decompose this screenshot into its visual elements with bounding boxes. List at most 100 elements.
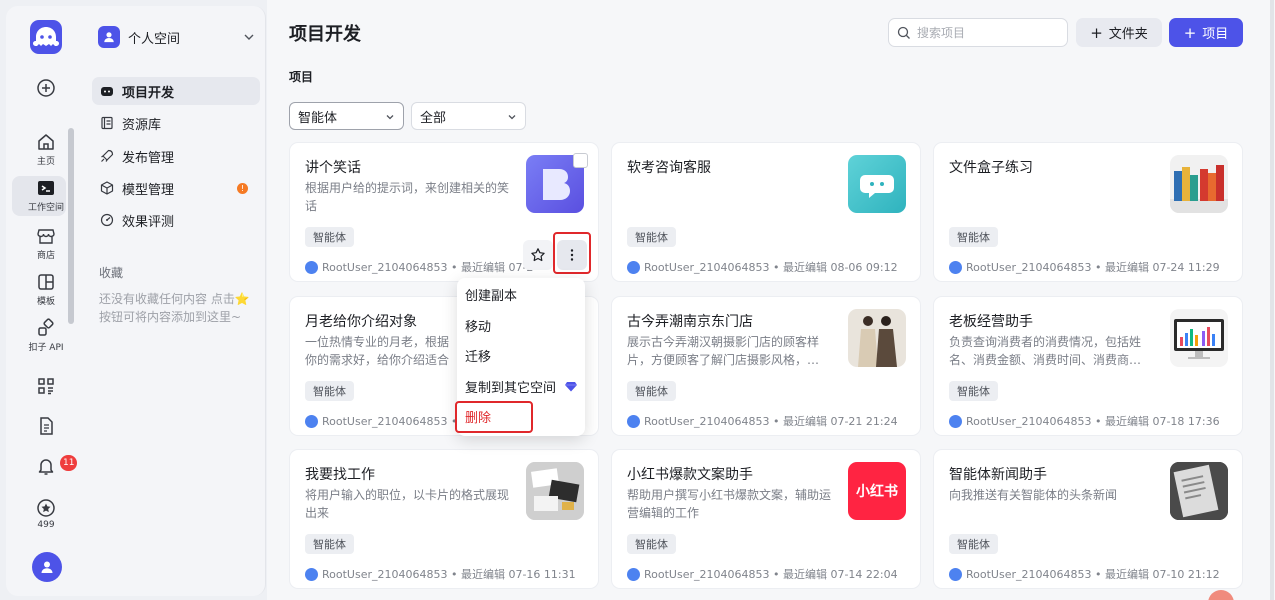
card-description bbox=[627, 179, 839, 215]
menu-item-label: 复制到其它空间 bbox=[465, 380, 557, 396]
hanfu-photo-image-icon bbox=[858, 316, 897, 367]
highlight-more-button bbox=[553, 232, 591, 274]
rail-points-button[interactable]: 499 bbox=[6, 498, 86, 530]
nav-item-publish[interactable]: 发布管理 bbox=[92, 142, 260, 170]
bot-icon bbox=[101, 87, 113, 96]
plus-icon: + bbox=[1090, 23, 1103, 42]
apps-grid-icon bbox=[38, 378, 54, 395]
project-card[interactable]: 我要找工作 将用户输入的职位，以卡片的格式展现出来 智能体 RootUser_2… bbox=[289, 449, 599, 589]
workspace-sidebar: 个人空间 项目开发 资源库 发布管理 模型管理 ! 效果评测 收藏 还没有收藏任… bbox=[86, 6, 266, 596]
card-author: RootUser_2104064853 bbox=[966, 567, 1092, 581]
new-folder-label: 文件夹 bbox=[1108, 27, 1148, 42]
nav-item-project-dev[interactable]: 项目开发 bbox=[92, 77, 260, 105]
favorites-empty-text: 还没有收藏任何内容 点击⭐按钮可将内容添加到这里~ bbox=[99, 292, 250, 324]
api-icon bbox=[38, 318, 54, 336]
status-filter-select[interactable]: 全部 bbox=[411, 102, 526, 130]
card-meta: RootUser_2104064853 • 最近编辑 07-18 17:36 bbox=[949, 413, 1220, 429]
user-avatar[interactable] bbox=[32, 552, 62, 582]
card-checkbox[interactable] bbox=[573, 153, 588, 168]
plus-circle-icon bbox=[37, 79, 55, 97]
rail-item-label: 商店 bbox=[36, 251, 55, 261]
card-title: 古今弄潮南京东门店 bbox=[627, 314, 753, 330]
favorite-button[interactable] bbox=[523, 240, 553, 270]
monitor-dashboard-image-icon bbox=[1174, 319, 1224, 359]
terminal-icon bbox=[38, 181, 54, 195]
rail-item-home[interactable]: 主页 bbox=[6, 132, 86, 167]
rail-grid-button[interactable] bbox=[6, 376, 86, 396]
project-card[interactable]: 古今弄潮南京东门店 展示古今弄潮汉朝摄影门店的顾客样片，方便顾客了解门店摄影风格… bbox=[611, 296, 921, 436]
plus-icon: + bbox=[1183, 23, 1197, 42]
type-filter-select[interactable]: 智能体 bbox=[289, 102, 404, 130]
star-coin-icon bbox=[37, 499, 55, 517]
card-title: 小红书爆款文案助手 bbox=[627, 467, 753, 483]
new-project-button[interactable]: + 项目 bbox=[1169, 18, 1243, 47]
rocket-icon bbox=[101, 149, 114, 162]
card-type-tag: 智能体 bbox=[949, 227, 998, 247]
user-icon bbox=[41, 561, 53, 573]
nav-item-models[interactable]: 模型管理 ! bbox=[92, 174, 260, 202]
card-title: 文件盒子练习 bbox=[949, 160, 1033, 176]
card-edited: • 最近编辑 07-14 22:04 bbox=[772, 568, 898, 581]
card-type-tag: 智能体 bbox=[305, 534, 354, 554]
project-card[interactable]: 文件盒子练习 智能体 RootUser_2104064853 • 最近编辑 07… bbox=[933, 142, 1243, 282]
card-type-tag: 智能体 bbox=[949, 534, 998, 554]
premium-diamond-icon bbox=[565, 382, 577, 392]
new-folder-button[interactable]: + 文件夹 bbox=[1076, 18, 1162, 47]
rail-item-store[interactable]: 商店 bbox=[6, 226, 86, 261]
project-card[interactable]: 智能体新闻助手 向我推送有关智能体的头条新闻 智能体 RootUser_2104… bbox=[933, 449, 1243, 589]
space-avatar bbox=[98, 26, 120, 48]
search-box[interactable] bbox=[888, 18, 1068, 47]
business-cards-image-icon bbox=[526, 462, 584, 520]
card-description: 一位热情专业的月老，根据你的需求好，给你介绍适合你的对象， bbox=[305, 335, 450, 367]
card-meta: RootUser_2104064853 • 最近编辑 07-14 22:04 bbox=[627, 566, 898, 582]
rail-item-template[interactable]: 模板 bbox=[6, 272, 86, 307]
icon-rail: 主页 工作空间 商店 模板 扣子 API 11 499 bbox=[6, 6, 86, 596]
newspaper-image-icon bbox=[1170, 462, 1228, 520]
menu-item-migrate[interactable]: 迁移 bbox=[465, 341, 577, 369]
type-filter-value: 智能体 bbox=[298, 110, 338, 126]
project-card[interactable]: 小红书爆款文案助手 帮助用户撰写小红书爆款文案，辅助运营编辑的工作 小红书 智能… bbox=[611, 449, 921, 589]
card-description: 展示古今弄潮汉朝摄影门店的顾客样片，方便顾客了解门店摄影风格，… bbox=[627, 335, 820, 367]
rail-item-api[interactable]: 扣子 API bbox=[6, 318, 86, 353]
card-description: 将用户输入的职位，以卡片的格式展现出来 bbox=[305, 488, 510, 520]
card-author: RootUser_2104064853 bbox=[322, 567, 448, 581]
menu-item-move[interactable]: 移动 bbox=[465, 311, 577, 339]
card-type-tag: 智能体 bbox=[627, 381, 676, 401]
card-author: RootUser_2104064853 bbox=[966, 260, 1092, 274]
nav-item-library[interactable]: 资源库 bbox=[92, 109, 260, 137]
search-input[interactable] bbox=[917, 25, 1057, 40]
section-label: 项目 bbox=[289, 70, 314, 84]
user-icon bbox=[104, 32, 114, 43]
card-author: RootUser_2104064853 bbox=[322, 414, 448, 428]
card-title: 软考咨询客服 bbox=[627, 160, 711, 176]
nav-item-label: 项目开发 bbox=[122, 85, 175, 101]
document-icon bbox=[40, 417, 53, 435]
card-description: 根据用户给的提示词，来创建相关的笑话 bbox=[305, 181, 510, 213]
card-author: RootUser_2104064853 bbox=[322, 260, 448, 274]
rail-docs-button[interactable] bbox=[6, 416, 86, 436]
points-count: 499 bbox=[37, 520, 55, 530]
project-card[interactable]: 老板经营助手 负责查询消费者的消费情况，包括姓名、消费金额、消费时间、消费商… … bbox=[933, 296, 1243, 436]
nav-item-evaluation[interactable]: 效果评测 bbox=[92, 206, 260, 234]
page-scrollbar[interactable] bbox=[1270, 0, 1274, 600]
menu-item-copy-to-space[interactable]: 复制到其它空间 bbox=[465, 372, 577, 400]
store-icon bbox=[37, 229, 55, 244]
status-filter-value: 全部 bbox=[420, 110, 447, 126]
bell-icon bbox=[38, 459, 54, 475]
card-title: 讲个笑话 bbox=[305, 160, 361, 176]
card-meta: RootUser_2104064853 • 最近编辑 07-24 11:29 bbox=[949, 259, 1220, 275]
card-title: 智能体新闻助手 bbox=[949, 467, 1047, 483]
chevron-down-icon bbox=[386, 115, 394, 120]
author-avatar bbox=[949, 414, 962, 428]
rail-item-workspace[interactable]: 工作空间 bbox=[6, 178, 86, 213]
coze-logo-icon[interactable] bbox=[30, 20, 62, 54]
space-switcher[interactable]: 个人空间 bbox=[98, 26, 256, 48]
card-title: 我要找工作 bbox=[305, 467, 375, 483]
card-type-tag: 智能体 bbox=[627, 534, 676, 554]
project-card[interactable]: 软考咨询客服 智能体 RootUser_2104064853 • 最近编辑 08… bbox=[611, 142, 921, 282]
new-button[interactable] bbox=[6, 78, 86, 98]
menu-item-duplicate[interactable]: 创建副本 bbox=[465, 280, 577, 308]
nav-item-label: 资源库 bbox=[122, 117, 162, 133]
card-edited: • 最近编辑 08-06 09:12 bbox=[772, 261, 898, 274]
author-avatar bbox=[627, 414, 640, 428]
